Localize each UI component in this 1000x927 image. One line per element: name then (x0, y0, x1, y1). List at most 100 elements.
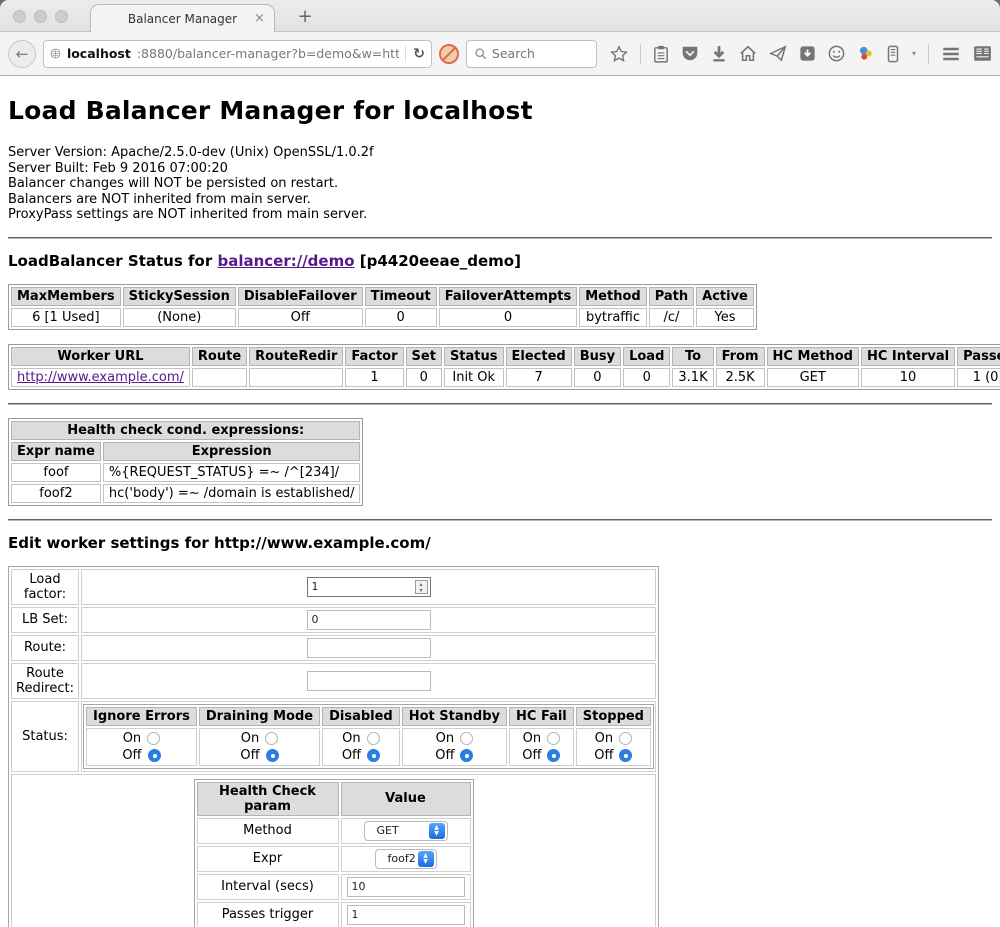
browser-window: Balancer Manager × + ← localhost:8880/ba… (0, 0, 1000, 927)
globe-icon (50, 46, 61, 61)
zoom-window-button[interactable] (55, 10, 68, 23)
worker-row: http://www.example.com/ 1 0 Init Ok 7 0 … (11, 368, 1000, 387)
menu-hamburger-icon[interactable] (941, 46, 961, 62)
passes-input[interactable] (347, 905, 465, 925)
extension-colored-dots-icon[interactable] (857, 45, 874, 62)
inherit-notice-line: Balancers are NOT inherited from main se… (8, 192, 992, 208)
on-label: On (595, 731, 613, 746)
expr-name: foof (11, 463, 101, 482)
draining-mode-on-radio[interactable] (265, 732, 278, 745)
heading-suffix: [p4420eeae_demo] (355, 252, 521, 270)
select-stepper-icon: ▲▼ (418, 851, 434, 867)
cell-route (192, 368, 247, 387)
server-built-line: Server Built: Feb 9 2016 07:00:20 (8, 161, 992, 177)
col-set: Set (406, 347, 442, 366)
ignore-errors-on-radio[interactable] (147, 732, 160, 745)
new-tab-button[interactable]: + (292, 6, 318, 27)
content-blocked-icon[interactable] (439, 44, 459, 64)
close-window-button[interactable] (13, 10, 26, 23)
chevron-down-icon[interactable]: ▾ (912, 49, 916, 58)
hot-standby-on-radio[interactable] (460, 732, 473, 745)
home-icon[interactable] (739, 45, 757, 62)
on-label: On (436, 731, 454, 746)
tab-balancer-manager[interactable]: Balancer Manager × (90, 4, 275, 32)
clipboard-icon[interactable] (653, 45, 669, 63)
balancer-demo-link[interactable]: balancer://demo (217, 252, 354, 270)
minimize-window-button[interactable] (34, 10, 47, 23)
col-status: Status (444, 347, 504, 366)
cell-set: 0 (406, 368, 442, 387)
ignore-errors-cell: On Off (86, 728, 197, 766)
downloads-icon[interactable] (711, 45, 727, 62)
select-stepper-icon: ▲▼ (429, 823, 445, 839)
container-tab-icon[interactable] (886, 45, 900, 63)
expr-select[interactable]: foof2▲▼ (375, 849, 437, 869)
route-input[interactable] (307, 638, 431, 658)
off-label: Off (435, 748, 454, 763)
cell-status: Init Ok (444, 368, 504, 387)
interval-input[interactable] (347, 877, 465, 897)
expr-row-foof: foof %{REQUEST_STATUS} =~ /^[234]/ (11, 463, 360, 482)
search-bar[interactable] (466, 40, 597, 68)
sidebars-icon[interactable] (973, 45, 992, 62)
disabled-on-radio[interactable] (367, 732, 380, 745)
col-maxmembers: MaxMembers (11, 287, 121, 306)
search-input[interactable] (492, 46, 582, 61)
tab-close-icon[interactable]: × (254, 11, 265, 26)
route-redirect-row: Route Redirect: (11, 663, 656, 699)
col-route: Route (192, 347, 247, 366)
worker-table: Worker URL Route RouteRedir Factor Set S… (8, 344, 1000, 390)
url-bar[interactable]: localhost:8880/balancer-manager?b=demo&w… (43, 40, 432, 68)
interval-row: Interval (secs) (197, 874, 471, 900)
cell-routeredir (249, 368, 343, 387)
hc-fail-off-radio[interactable] (547, 749, 560, 762)
server-version-line: Server Version: Apache/2.5.0-dev (Unix) … (8, 145, 992, 161)
cell-elected: 7 (506, 368, 572, 387)
route-redirect-input[interactable] (307, 671, 431, 691)
stopped-on-radio[interactable] (619, 732, 632, 745)
load-factor-label: Load factor: (11, 569, 79, 605)
col-routeredir: RouteRedir (249, 347, 343, 366)
ignore-errors-off-radio[interactable] (148, 749, 161, 762)
col-failoverattempts: FailoverAttempts (439, 287, 578, 306)
hot-standby-off-radio[interactable] (460, 749, 473, 762)
stopped-off-radio[interactable] (619, 749, 632, 762)
reload-icon[interactable]: ↻ (405, 46, 425, 62)
page-content: Load Balancer Manager for localhost Serv… (0, 76, 1000, 927)
hc-fail-on-radio[interactable] (547, 732, 560, 745)
expr-name: foof2 (11, 484, 101, 503)
back-button[interactable]: ← (8, 40, 36, 68)
balancer-status-row: 6 [1 Used] (None) Off 0 0 bytraffic /c/ … (11, 308, 754, 327)
load-factor-input[interactable] (307, 577, 431, 597)
divider (8, 519, 992, 521)
cell-path: /c/ (649, 308, 694, 327)
col-timeout: Timeout (365, 287, 437, 306)
col-from: From (716, 347, 765, 366)
edit-worker-heading: Edit worker settings for http://www.exam… (8, 534, 992, 552)
proxypass-notice-line: ProxyPass settings are NOT inherited fro… (8, 207, 992, 223)
worker-url-link[interactable]: http://www.example.com/ (17, 370, 184, 385)
disabled-cell: On Off (322, 728, 400, 766)
cell-from: 2.5K (716, 368, 765, 387)
draining-mode-off-radio[interactable] (266, 749, 279, 762)
number-stepper-icon[interactable]: ▴▾ (415, 580, 428, 594)
pocket-icon[interactable] (681, 45, 699, 62)
col-worker-url: Worker URL (11, 347, 190, 366)
lb-set-input[interactable] (307, 610, 431, 630)
col-value: Value (341, 782, 471, 816)
send-icon[interactable] (769, 45, 787, 62)
bookmark-star-icon[interactable] (610, 45, 628, 63)
col-health-check-param: Health Check param (197, 782, 339, 816)
divider (8, 237, 992, 239)
method-select[interactable]: GET▲▼ (364, 821, 448, 841)
feedback-smiley-icon[interactable] (828, 45, 845, 62)
window-controls[interactable] (13, 10, 68, 23)
cell-active: Yes (696, 308, 754, 327)
save-to-device-icon[interactable] (799, 45, 816, 62)
balancer-status-table: MaxMembers StickySession DisableFailover… (8, 284, 757, 330)
expr-select-row: Expr foof2▲▼ (197, 846, 471, 872)
col-hc-fail: HC Fail (509, 707, 574, 726)
route-row: Route: (11, 635, 656, 661)
lb-set-label: LB Set: (11, 607, 79, 633)
disabled-off-radio[interactable] (367, 749, 380, 762)
